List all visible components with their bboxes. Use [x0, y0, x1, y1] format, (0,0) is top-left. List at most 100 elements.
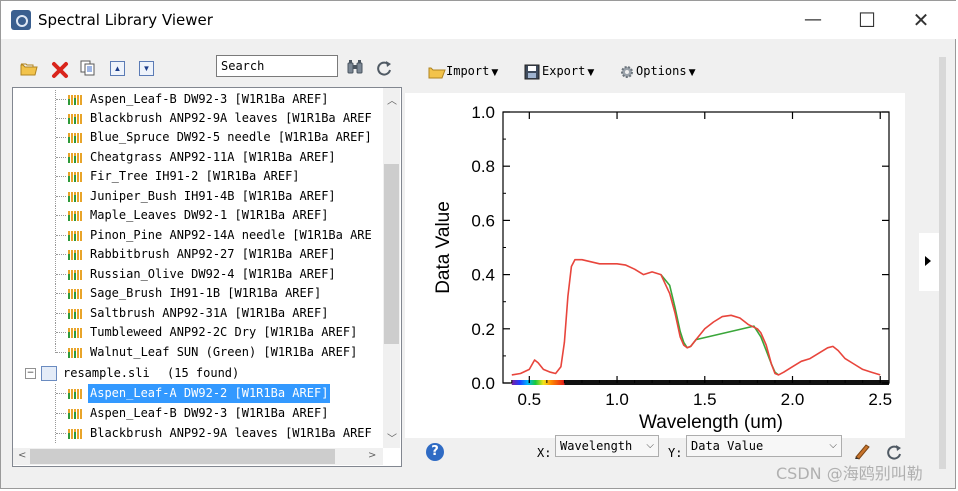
tree-item[interactable]: Tumbleweed ANP92-2C Dry [W1R1Ba AREF]	[13, 323, 381, 342]
watermark-text: CSDN @海鸥别叫勒	[776, 464, 923, 483]
collapse-toggle[interactable]: −	[25, 368, 36, 379]
window-title: Spectral Library Viewer	[38, 11, 213, 29]
x-axis-select-value: Wavelength	[560, 439, 633, 453]
move-up-icon[interactable]: ▲	[110, 61, 125, 76]
import-folder-icon	[428, 67, 446, 78]
scroll-up-icon[interactable]: ︿	[387, 92, 397, 107]
delete-icon[interactable]	[51, 61, 69, 79]
gear-icon	[621, 65, 633, 78]
tree-item[interactable]: Aspen_Leaf-B DW92-3 [W1R1Ba AREF]	[13, 90, 381, 109]
tree-item-label: Rabbitbrush ANP92-27 [W1R1Ba AREF]	[90, 247, 336, 261]
tree-item-label: Pinon_Pine ANP92-14A needle [W1R1Ba ARE	[90, 228, 372, 242]
scroll-left-icon[interactable]: <	[18, 450, 26, 461]
y-axis-label: Y:	[668, 446, 683, 460]
tree-item[interactable]: Blue_Spruce DW92-5 needle [W1R1Ba AREF]	[13, 128, 381, 147]
library-name: resample.sli	[63, 366, 150, 380]
refresh-plot-icon[interactable]	[885, 443, 903, 461]
close-button[interactable]: ✕	[901, 5, 941, 35]
x-tick-label: 2.0	[781, 390, 805, 409]
plot-frame	[502, 111, 890, 384]
y-tick-label: 0.8	[471, 157, 495, 176]
tree-item-label: Aspen_Leaf-B DW92-3 [W1R1Ba AREF]	[90, 92, 329, 106]
app-icon	[11, 10, 31, 30]
tree-item-label: Maple_Leaves DW92-1 [W1R1Ba AREF]	[90, 208, 329, 222]
spectrum-icon	[68, 429, 82, 439]
y-tick-label: 0.6	[471, 211, 495, 230]
tree-item-label: Walnut_Leaf SUN (Green) [W1R1Ba AREF]	[90, 345, 358, 359]
spectrum-icon	[68, 309, 82, 319]
tree-item[interactable]: Pinon_Pine ANP92-14A needle [W1R1Ba ARE	[13, 226, 381, 245]
options-menu-button[interactable]: Options ▼	[618, 60, 696, 82]
scroll-down-icon[interactable]: ﹀	[387, 430, 397, 445]
import-label: Import	[446, 64, 490, 78]
spectrum-icon	[68, 348, 82, 358]
tree-item[interactable]: Juniper_Bush IH91-4B [W1R1Ba AREF]	[13, 187, 381, 206]
spectrum-icon	[68, 95, 82, 105]
expand-right-icon	[925, 256, 931, 266]
library-item[interactable]: Aspen_Leaf-B DW92-3 [W1R1Ba AREF]	[13, 404, 381, 423]
x-tick-label: 2.5	[868, 390, 892, 409]
tree-item-label: Cheatgrass ANP92-11A [W1R1Ba AREF]	[90, 150, 336, 164]
y-tick-label: 0.2	[471, 320, 495, 339]
right-edge-scrollbar[interactable]	[939, 57, 946, 469]
library-node-resample[interactable]: − resample.sli (15 found)	[13, 364, 381, 383]
spectrum-icon	[68, 231, 82, 241]
chevron-down-icon: ⌵	[646, 440, 654, 451]
tree-item[interactable]: Maple_Leaves DW92-1 [W1R1Ba AREF]	[13, 206, 381, 225]
scroll-right-icon[interactable]: >	[368, 450, 376, 461]
library-item[interactable]: Blackbrush ANP92-9A leaves [W1R1Ba AREF	[13, 424, 381, 443]
minimize-button[interactable]: —	[793, 5, 833, 35]
library-item-label-selected: Aspen_Leaf-A DW92-2 [W1R1Ba AREF]	[88, 384, 331, 403]
copy-icon[interactable]	[79, 59, 97, 77]
tree-item-label: Tumbleweed ANP92-2C Dry [W1R1Ba AREF]	[90, 325, 358, 339]
library-item-label: Aspen_Leaf-B DW92-3 [W1R1Ba AREF]	[90, 406, 329, 420]
library-item[interactable]: Aspen_Leaf-A DW92-2 [W1R1Ba AREF]	[13, 384, 381, 403]
tree-horizontal-scrollbar[interactable]: < >	[13, 448, 383, 465]
tree-item[interactable]: Walnut_Leaf SUN (Green) [W1R1Ba AREF]	[13, 343, 381, 362]
horizontal-scroll-thumb[interactable]	[30, 449, 335, 464]
spectrum-icon	[68, 133, 82, 143]
y-tick-label: 0.0	[471, 374, 495, 393]
spectrum-icon	[68, 172, 82, 182]
x-axis-select[interactable]: Wavelength ⌵	[555, 435, 659, 457]
open-folder-icon[interactable]	[20, 60, 38, 78]
refresh-icon[interactable]	[375, 59, 393, 77]
help-icon[interactable]: ?	[426, 443, 444, 461]
export-label: Export	[542, 64, 586, 78]
spectrum-icon	[68, 153, 82, 163]
y-axis-select[interactable]: Data Value ⌵	[686, 435, 842, 457]
spectrum-icon	[68, 192, 82, 202]
library-item-label: Blackbrush ANP92-9A leaves [W1R1Ba AREF	[90, 426, 372, 440]
tree-item-label: Juniper_Bush IH91-4B [W1R1Ba AREF]	[90, 189, 336, 203]
dropdown-arrow-icon: ▼	[491, 68, 499, 78]
import-menu-button[interactable]: Import ▼	[428, 60, 498, 82]
spectrum-icon	[68, 250, 82, 260]
tree-item[interactable]: Rabbitbrush ANP92-27 [W1R1Ba AREF]	[13, 245, 381, 264]
spectral-library-tree[interactable]: Aspen_Leaf-B DW92-3 [W1R1Ba AREF] Blackb…	[12, 87, 402, 467]
y-tick-label: 1.0	[471, 103, 495, 122]
search-input[interactable]	[216, 55, 338, 77]
x-axis-title: Wavelength (um)	[639, 412, 783, 433]
infrared-bar	[564, 380, 889, 385]
export-menu-button[interactable]: Export ▼	[524, 60, 594, 82]
tree-item[interactable]: Sage_Brush IH91-1B [W1R1Ba AREF]	[13, 284, 381, 303]
spectrum-icon	[68, 328, 82, 338]
move-down-icon[interactable]: ▼	[139, 61, 154, 76]
y-axis-select-value: Data Value	[691, 439, 764, 453]
x-axis-label: X:	[537, 446, 552, 460]
tree-vertical-scrollbar[interactable]: ︿ ﹀	[383, 88, 400, 448]
tree-item[interactable]: Blackbrush ANP92-9A leaves [W1R1Ba AREF	[13, 109, 381, 128]
tree-item[interactable]: Saltbrush ANP92-31A [W1R1Ba AREF]	[13, 304, 381, 323]
vertical-scroll-thumb[interactable]	[384, 164, 399, 344]
tree-item[interactable]: Fir_Tree IH91-2 [W1R1Ba AREF]	[13, 167, 381, 186]
pencil-edit-icon[interactable]	[853, 442, 871, 460]
visible-spectrum-bar	[511, 380, 565, 385]
spectrum-icon	[68, 289, 82, 299]
y-tick-label: 0.4	[471, 266, 495, 285]
tree-item[interactable]: Cheatgrass ANP92-11A [W1R1Ba AREF]	[13, 148, 381, 167]
spectral-plot[interactable]: 0.5 1.0 1.5 2.0 2.5 0.0 0.2 0.4 0.6 0.8 1.0 Wavelen…	[405, 93, 905, 438]
binoculars-find-icon[interactable]	[346, 58, 364, 76]
tree-item[interactable]: Russian_Olive DW92-4 [W1R1Ba AREF]	[13, 265, 381, 284]
side-panel-toggle[interactable]	[919, 233, 939, 291]
maximize-button[interactable]: ☐	[847, 5, 887, 35]
